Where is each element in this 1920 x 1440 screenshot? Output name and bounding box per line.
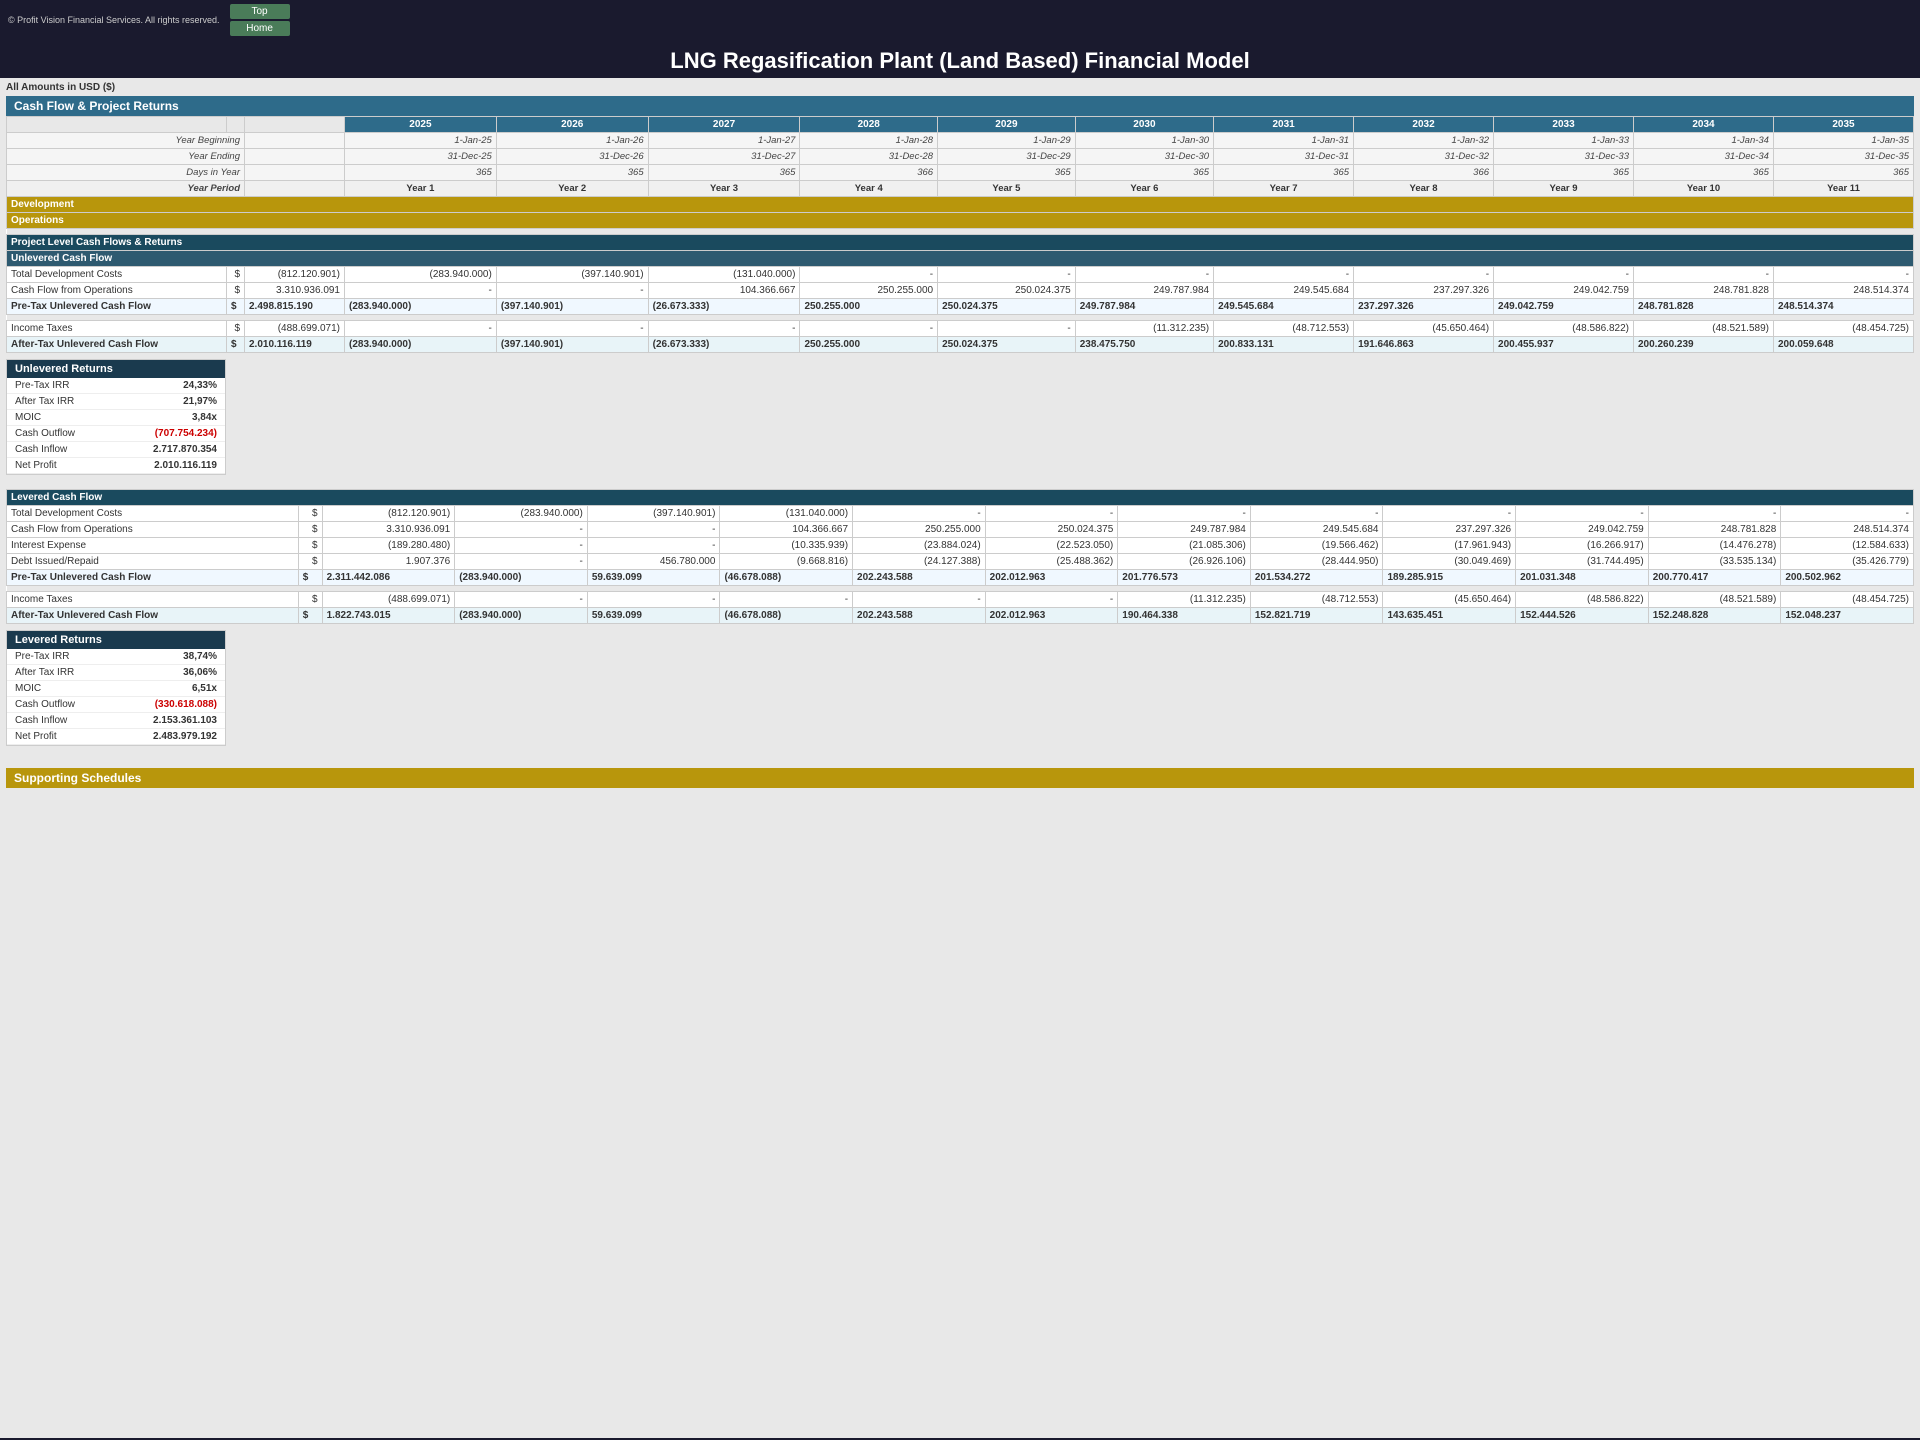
unlevered-total-dev-costs-row: Total Development Costs $ (812.120.901) … [7, 267, 1914, 283]
levered-net-profit-row: Net Profit 2.483.979.192 [7, 729, 225, 745]
project-section-row: Project Level Cash Flows & Returns [7, 235, 1914, 251]
unlevered-aftertax-row: After-Tax Unlevered Cash Flow $ 2.010.11… [7, 337, 1914, 353]
currency-label: All Amounts in USD ($) [6, 82, 1914, 93]
levered-income-tax-row: Income Taxes $ (488.699.071) - - - - - (… [7, 592, 1914, 608]
operations-section-row: Operations [7, 213, 1914, 229]
moic-row: MOIC 3,84x [7, 410, 225, 426]
year-2029: 2029 [938, 117, 1076, 133]
year-2026: 2026 [496, 117, 648, 133]
year-2033: 2033 [1494, 117, 1634, 133]
year-2030: 2030 [1075, 117, 1213, 133]
cash-inflow-row: Cash Inflow 2.717.870.354 [7, 442, 225, 458]
days-in-year-row: Days in Year 365365365366365365365366365… [7, 165, 1914, 181]
cash-outflow-row: Cash Outflow (707.754.234) [7, 426, 225, 442]
unlevered-returns-box: Unlevered Returns Pre-Tax IRR 24,33% Aft… [6, 359, 226, 475]
levered-cf-ops-row: Cash Flow from Operations $ 3.310.936.09… [7, 522, 1914, 538]
year-2027: 2027 [648, 117, 800, 133]
unlevered-income-tax-row: Income Taxes $ (488.699.071) - - - - - (… [7, 321, 1914, 337]
year-period-row: Year Period Year 1Year 2Year 3Year 4Year… [7, 181, 1914, 197]
levered-aftertax-row: After-Tax Unlevered Cash Flow $ 1.822.74… [7, 608, 1914, 624]
supporting-schedules-bar: Supporting Schedules [6, 768, 1914, 788]
home-button[interactable]: Home [230, 21, 290, 36]
levered-debt-row: Debt Issued/Repaid $ 1.907.376 - 456.780… [7, 554, 1914, 570]
main-title: LNG Regasification Plant (Land Based) Fi… [0, 40, 1920, 78]
levered-cash-outflow-row: Cash Outflow (330.618.088) [7, 697, 225, 713]
levered-cf-header-row: Levered Cash Flow [7, 490, 1914, 506]
levered-moic-row: MOIC 6,51x [7, 681, 225, 697]
year-2031: 2031 [1214, 117, 1354, 133]
levered-aftertax-irr-row: After Tax IRR 36,06% [7, 665, 225, 681]
levered-pretax-row: Pre-Tax Unlevered Cash Flow $ 2.311.442.… [7, 570, 1914, 586]
unlevered-cf-header: Unlevered Cash Flow [7, 251, 1914, 267]
levered-total-dev-costs-row: Total Development Costs $ (812.120.901) … [7, 506, 1914, 522]
levered-interest-row: Interest Expense $ (189.280.480) - - (10… [7, 538, 1914, 554]
cashflow-section-header: Cash Flow & Project Returns [6, 96, 1914, 116]
levered-returns-box: Levered Returns Pre-Tax IRR 38,74% After… [6, 630, 226, 746]
aftertax-irr-row: After Tax IRR 21,97% [7, 394, 225, 410]
year-2025: 2025 [345, 117, 497, 133]
net-profit-row: Net Profit 2.010.116.119 [7, 458, 225, 474]
year-2034: 2034 [1634, 117, 1774, 133]
top-bar: © Profit Vision Financial Services. All … [0, 0, 1920, 40]
year-ending-row: Year Ending 31-Dec-2531-Dec-2631-Dec-273… [7, 149, 1914, 165]
year-2035: 2035 [1773, 117, 1913, 133]
levered-cash-inflow-row: Cash Inflow 2.153.361.103 [7, 713, 225, 729]
copyright-text: © Profit Vision Financial Services. All … [8, 15, 220, 25]
levered-pretax-irr-row: Pre-Tax IRR 38,74% [7, 649, 225, 665]
year-2032: 2032 [1354, 117, 1494, 133]
year-beginning-row: Year Beginning 1-Jan-251-Jan-261-Jan-271… [7, 133, 1914, 149]
unlevered-cf-ops-row: Cash Flow from Operations $ 3.310.936.09… [7, 283, 1914, 299]
year-2028: 2028 [800, 117, 938, 133]
years-header-row: 2025 2026 2027 2028 2029 2030 2031 2032 … [7, 117, 1914, 133]
pretax-irr-row: Pre-Tax IRR 24,33% [7, 378, 225, 394]
top-button[interactable]: Top [230, 4, 290, 19]
unlevered-pretax-row: Pre-Tax Unlevered Cash Flow $ 2.498.815.… [7, 299, 1914, 315]
development-section-row: Development [7, 197, 1914, 213]
